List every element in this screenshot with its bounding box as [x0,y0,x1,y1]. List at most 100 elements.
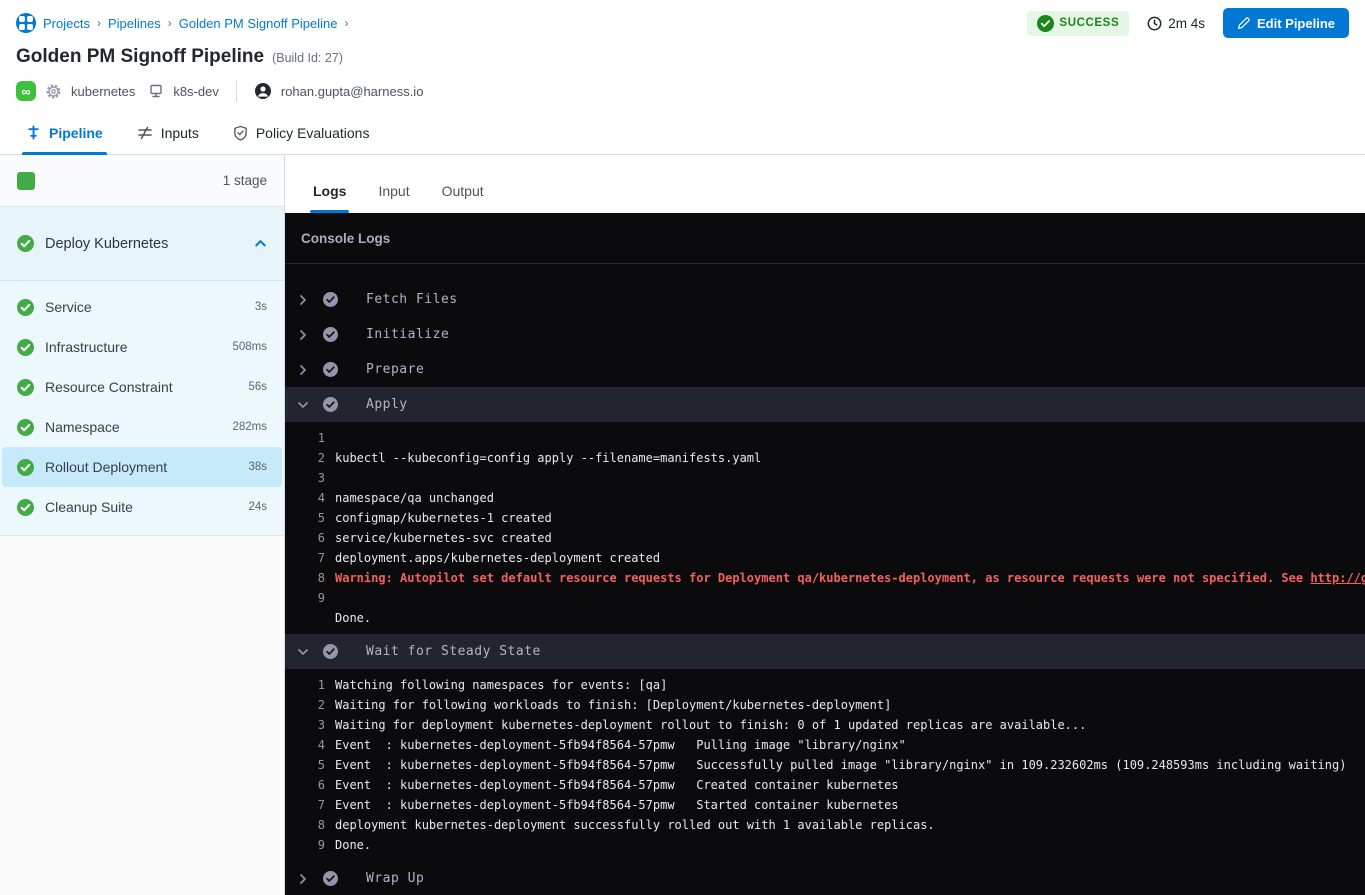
log-line-text: Waiting for deployment kubernetes-deploy… [335,715,1086,735]
breadcrumb-pipeline-link[interactable]: Golden PM Signoff Pipeline [179,16,338,31]
gear-icon [45,83,62,100]
log-section-title: Fetch Files [366,292,458,307]
pipeline-execution-page: Projects › Pipelines › Golden PM Signoff… [0,0,1365,895]
step-row-cleanup-suite[interactable]: Cleanup Suite 24s [2,487,282,527]
log-line: 2 kubectl --kubeconfig=config apply --fi… [285,448,1365,468]
log-line: 4 Event : kubernetes-deployment-5fb94f85… [285,735,1365,755]
log-line-number: 4 [285,488,325,508]
chevron-right-icon[interactable] [297,294,309,306]
log-section-wrap-up[interactable]: Wrap Up [285,861,1365,895]
log-line: 1 Watching following namespaces for even… [285,675,1365,695]
tab-pipeline-label: Pipeline [49,125,103,141]
tab-pipeline[interactable]: Pipeline [26,111,103,154]
log-line-text: Event : kubernetes-deployment-5fb94f8564… [335,735,906,755]
status-badge: SUCCESS [1027,11,1129,36]
chevron-down-icon[interactable] [297,399,309,411]
success-check-icon [17,459,34,476]
log-line: 5 Event : kubernetes-deployment-5fb94f85… [285,755,1365,775]
execution-duration: 2m 4s [1147,16,1205,31]
pencil-icon [1237,17,1250,30]
step-duration: 56s [248,381,267,393]
log-line-number: 9 [285,835,325,855]
step-row-resource-constraint[interactable]: Resource Constraint 56s [2,367,282,407]
log-line-number: 2 [285,695,325,715]
log-section-title: Apply [366,397,408,412]
tab-inputs[interactable]: Inputs [137,111,199,154]
breadcrumb-pipelines-link[interactable]: Pipelines [108,16,161,31]
log-line-number: 8 [285,815,325,835]
step-row-infrastructure[interactable]: Infrastructure 508ms [2,327,282,367]
step-success-check-icon [323,362,338,377]
tab-inputs-label: Inputs [161,125,199,141]
log-section-apply[interactable]: Apply [285,387,1365,422]
log-line-text: Event : kubernetes-deployment-5fb94f8564… [335,755,1346,775]
stage-panel: 1 stage Deploy Kubernetes Service 3s Inf… [0,155,285,895]
step-duration: 24s [248,501,267,513]
main-tab-bar: Pipeline Inputs Policy Evaluations [0,111,1365,155]
step-label: Rollout Deployment [45,459,237,475]
log-panel: Logs Input Output Console Logs Fetch Fil… [285,155,1365,895]
chevron-right-icon[interactable] [297,329,309,341]
breadcrumb-projects-link[interactable]: Projects [43,16,90,31]
triggered-by-user: rohan.gupta@harness.io [281,84,424,99]
log-line-text: namespace/qa unchanged [335,488,494,508]
log-section-prepare[interactable]: Prepare [285,352,1365,387]
step-success-check-icon [323,871,338,886]
edit-pipeline-button[interactable]: Edit Pipeline [1223,8,1349,38]
chevron-up-icon[interactable] [254,237,267,250]
step-label: Cleanup Suite [45,499,237,515]
step-row-rollout-deployment[interactable]: Rollout Deployment 38s [2,447,282,487]
chevron-right-icon[interactable] [297,364,309,376]
step-row-service[interactable]: Service 3s [2,287,282,327]
step-duration: 508ms [232,341,267,353]
log-line-text: service/kubernetes-svc created [335,528,552,548]
log-section-wait-for-steady-state[interactable]: Wait for Steady State [285,634,1365,669]
status-label: SUCCESS [1059,17,1119,29]
tab-policy-evaluations[interactable]: Policy Evaluations [233,111,370,154]
log-warning-link[interactable]: http://g [1310,571,1365,585]
log-section-title: Initialize [366,327,449,342]
log-line-number: 7 [285,548,325,568]
stage-summary: 1 stage [0,155,284,207]
log-line-number: 4 [285,735,325,755]
check-circle-icon [1037,15,1054,32]
inputs-icon [137,125,153,141]
step-duration: 38s [248,461,267,473]
success-check-icon [17,379,34,396]
chevron-right-icon[interactable] [297,873,309,885]
duration-label: 2m 4s [1168,16,1205,31]
log-line-number: 8 [285,568,325,588]
log-line-text: deployment.apps/kubernetes-deployment cr… [335,548,660,568]
environment-name[interactable]: k8s-dev [173,84,219,99]
log-section-title: Wrap Up [366,871,424,886]
log-tab-logs[interactable]: Logs [310,183,349,213]
step-success-check-icon [323,292,338,307]
step-label: Namespace [45,419,221,435]
log-section-title: Prepare [366,362,424,377]
log-line-number: 3 [285,468,325,488]
log-line: 9 [285,588,1365,608]
log-line-number: 6 [285,528,325,548]
log-line: 6 service/kubernetes-svc created [285,528,1365,548]
log-tab-input[interactable]: Input [375,183,412,213]
log-line: 8 Warning: Autopilot set default resourc… [285,568,1365,588]
log-line-number [285,608,325,628]
step-list: Service 3s Infrastructure 508ms Resource… [0,281,284,536]
step-success-check-icon [323,327,338,342]
log-line-text: Waiting for following workloads to finis… [335,695,891,715]
log-tab-output[interactable]: Output [439,183,487,213]
service-name[interactable]: kubernetes [71,84,135,99]
log-line-text: Done. [335,835,371,855]
log-line-number: 3 [285,715,325,735]
chevron-down-icon[interactable] [297,646,309,658]
success-check-icon [17,499,34,516]
log-line: 3 [285,468,1365,488]
log-tab-bar: Logs Input Output [285,155,1365,213]
log-section-initialize[interactable]: Initialize [285,317,1365,352]
log-section-fetch-files[interactable]: Fetch Files [285,282,1365,317]
stage-header-deploy-kubernetes[interactable]: Deploy Kubernetes [0,207,284,281]
step-success-check-icon [323,644,338,659]
step-row-namespace[interactable]: Namespace 282ms [2,407,282,447]
console-log-area[interactable]: Fetch Files Initialize Prepare Apply 1 2… [285,264,1365,895]
stage-name: Deploy Kubernetes [45,236,243,252]
